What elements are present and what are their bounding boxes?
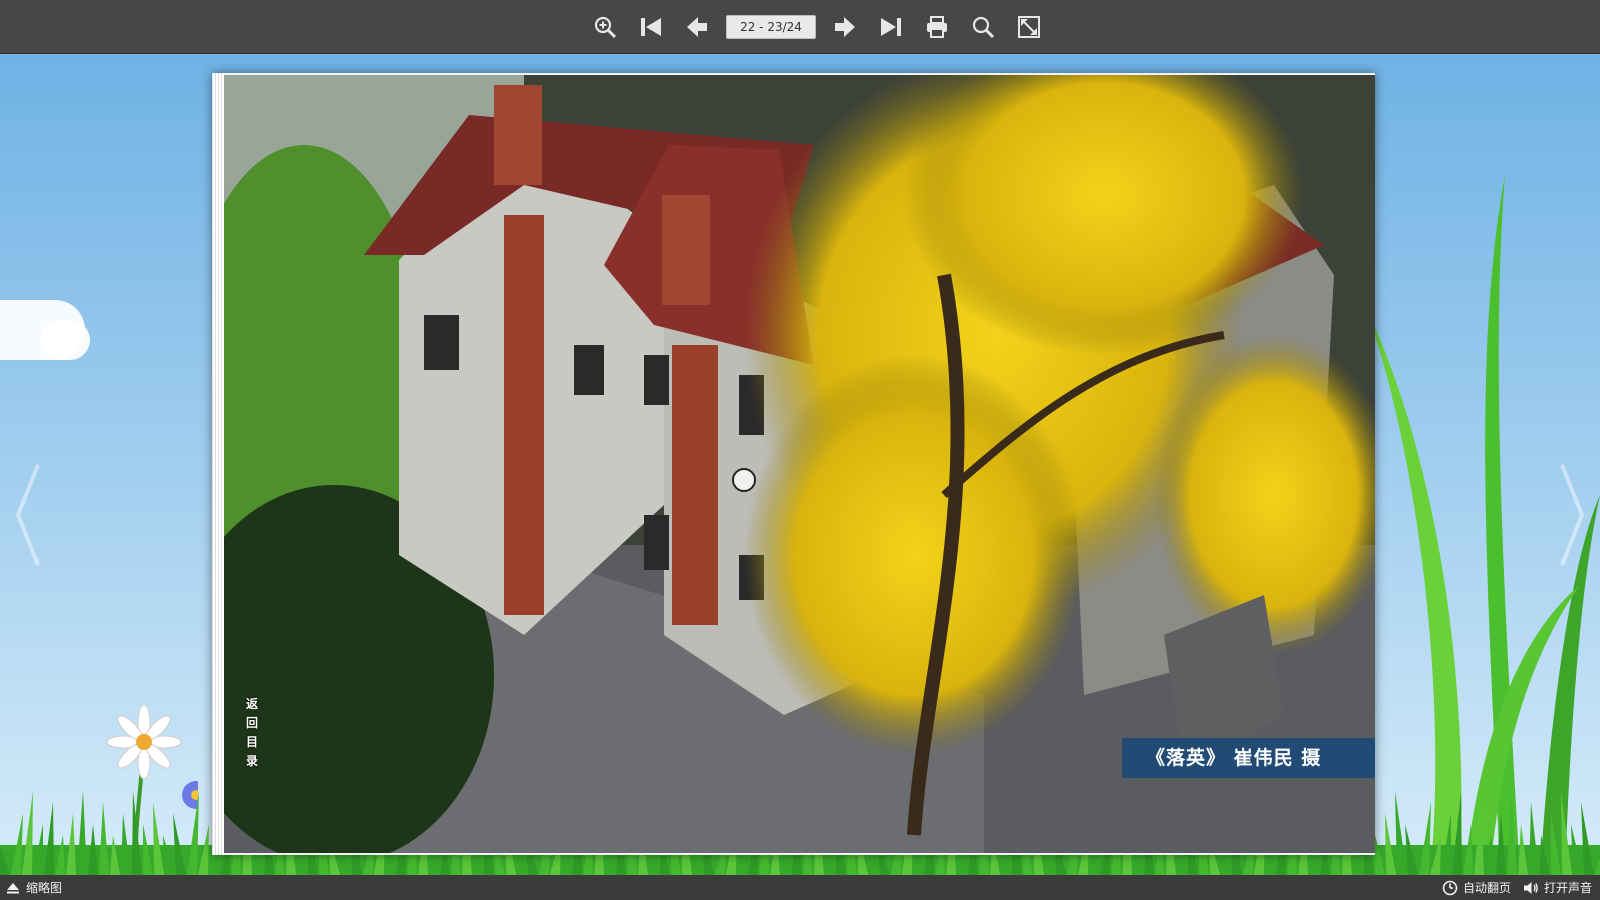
return-to-toc-link[interactable]: 返回目录 xyxy=(244,695,260,771)
grass-blades-decoration xyxy=(1370,175,1600,875)
grass-blade xyxy=(1395,791,1407,875)
first-page-button[interactable] xyxy=(634,10,668,44)
page-indicator-field[interactable] xyxy=(726,15,816,39)
zoom-in-icon xyxy=(594,16,617,39)
grass-blade xyxy=(44,802,54,875)
last-page-button[interactable] xyxy=(874,10,908,44)
grass-blade xyxy=(187,791,199,875)
grass-blade xyxy=(1529,802,1539,875)
grass-blade xyxy=(22,791,33,875)
sound-label: 打开声音 xyxy=(1543,881,1592,895)
grass-blade xyxy=(1496,813,1506,875)
auto-flip-button[interactable]: 自动翻页 xyxy=(1442,879,1511,896)
grass-blade xyxy=(11,813,23,875)
next-page-button[interactable] xyxy=(828,10,862,44)
zoom-in-button[interactable] xyxy=(588,10,622,44)
previous-arrow-icon xyxy=(687,17,707,37)
thumbnails-button[interactable]: 缩略图 xyxy=(6,879,62,896)
bottom-right-controls: 自动翻页 打开声音 xyxy=(1430,879,1592,896)
grass-blade xyxy=(132,791,142,875)
next-arrow-icon xyxy=(835,17,855,37)
flipbook: 返回目录 《落英》 崔伟民 摄 xyxy=(212,73,1375,855)
fullscreen-button[interactable] xyxy=(1012,10,1046,44)
fullscreen-icon xyxy=(1018,16,1040,38)
grass-blade xyxy=(1419,802,1431,875)
print-button[interactable] xyxy=(920,10,954,44)
grass-blade xyxy=(1441,813,1451,875)
clock-icon xyxy=(1442,880,1458,895)
first-page-icon xyxy=(641,18,661,36)
sound-toggle-button[interactable]: 打开声音 xyxy=(1523,879,1592,896)
grass-blade xyxy=(1452,791,1462,875)
previous-page-button[interactable] xyxy=(680,10,714,44)
eject-arrow-icon xyxy=(7,882,19,893)
grass-blade xyxy=(77,791,87,875)
toolbar-controls xyxy=(588,10,1058,44)
thumbnails-label: 缩略图 xyxy=(26,881,63,895)
grass-blade xyxy=(1561,791,1572,875)
search-button[interactable] xyxy=(966,10,1000,44)
grass-blade xyxy=(1551,813,1561,875)
chevron-left-icon xyxy=(15,464,40,566)
page-spread-photo[interactable]: 返回目录 《落英》 崔伟民 摄 xyxy=(224,75,1375,853)
previous-page-arrow[interactable] xyxy=(12,460,42,570)
bottom-bar: 缩略图 自动翻页 打开声音 xyxy=(0,875,1600,900)
search-icon xyxy=(972,16,995,39)
speaker-icon xyxy=(1523,881,1538,894)
building-photo xyxy=(224,75,1375,853)
photo-caption: 《落英》 崔伟民 摄 xyxy=(1122,738,1375,778)
grass-blade xyxy=(1385,813,1396,875)
grass-blade xyxy=(1507,791,1517,875)
cloud-decoration xyxy=(40,320,90,360)
auto-flip-label: 自动翻页 xyxy=(1462,881,1511,895)
page-stack-edge xyxy=(212,73,224,855)
top-toolbar xyxy=(0,0,1600,54)
grass-blade xyxy=(1474,802,1484,875)
last-page-icon xyxy=(881,18,901,36)
grass-blade xyxy=(66,813,76,875)
print-icon xyxy=(927,16,947,38)
grass-blade xyxy=(99,802,109,875)
grass-blade xyxy=(121,813,131,875)
